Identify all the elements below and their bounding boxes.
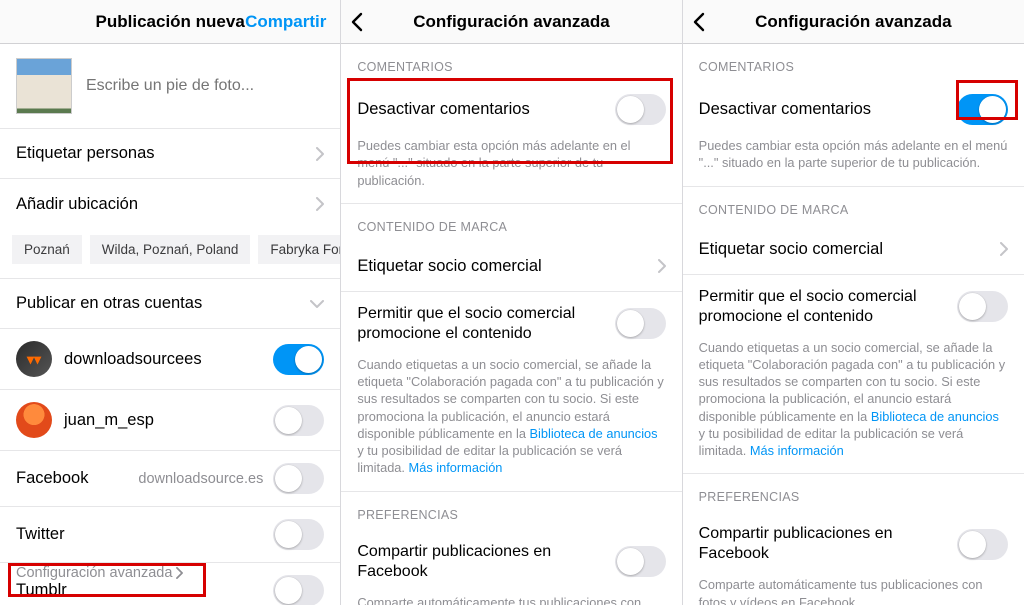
social-toggle[interactable] <box>273 519 324 550</box>
tag-partner-label: Etiquetar socio comercial <box>357 257 541 276</box>
ads-library-link[interactable]: Biblioteca de anuncios <box>871 409 999 424</box>
share-fb-label: Compartir publicaciones en Facebook <box>357 542 597 582</box>
tag-partner-label: Etiquetar socio comercial <box>699 240 883 259</box>
disable-comments-row: Desactivar comentarios <box>341 82 681 137</box>
tag-partner-row[interactable]: Etiquetar socio comercial <box>683 225 1024 275</box>
publish-other-label: Publicar en otras cuentas <box>16 294 202 313</box>
publish-other-accounts-row[interactable]: Publicar en otras cuentas <box>0 279 340 329</box>
account-name: juan_m_esp <box>64 411 154 430</box>
chevron-right-icon <box>1000 242 1008 256</box>
advanced-settings-pane-on: Configuración avanzada COMENTARIOS Desac… <box>683 0 1024 605</box>
tag-partner-row[interactable]: Etiquetar socio comercial <box>341 242 681 292</box>
share-fb-toggle[interactable] <box>615 546 666 577</box>
allow-partner-toggle[interactable] <box>615 308 666 339</box>
disable-comments-label: Desactivar comentarios <box>357 100 529 119</box>
compose-row <box>0 44 340 129</box>
chevron-down-icon <box>310 300 324 308</box>
avatar <box>16 402 52 438</box>
share-fb-label: Compartir publicaciones en Facebook <box>699 524 939 564</box>
post-thumbnail[interactable] <box>16 58 72 114</box>
nav-header: Configuración avanzada <box>341 0 681 44</box>
account-row: ▾▾ downloadsourcees <box>0 329 340 390</box>
nav-header: Configuración avanzada <box>683 0 1024 44</box>
partner-desc: Cuando etiquetas a un socio comercial, s… <box>341 356 681 491</box>
section-prefs: PREFERENCIAS <box>341 491 681 530</box>
disable-comments-toggle[interactable] <box>957 94 1008 125</box>
account-row: juan_m_esp <box>0 390 340 451</box>
back-button[interactable] <box>693 0 705 43</box>
nav-title: Configuración avanzada <box>755 12 951 32</box>
more-info-link[interactable]: Más información <box>750 443 844 458</box>
section-comments: COMENTARIOS <box>683 44 1024 82</box>
avatar: ▾▾ <box>16 341 52 377</box>
section-prefs: PREFERENCIAS <box>683 473 1024 512</box>
allow-partner-label: Permitir que el socio comercial promocio… <box>357 304 597 344</box>
social-label: Facebook <box>16 469 88 488</box>
social-label: Twitter <box>16 525 65 544</box>
partner-desc: Cuando etiquetas a un socio comercial, s… <box>683 339 1024 474</box>
social-toggle[interactable] <box>273 463 324 494</box>
advanced-settings-link[interactable]: Configuración avanzada <box>0 555 340 591</box>
account-toggle[interactable] <box>273 405 324 436</box>
share-button[interactable]: Compartir <box>245 0 326 43</box>
location-suggestions: Poznań Wilda, Poznań, Poland Fabryka For… <box>0 229 340 279</box>
section-comments: COMENTARIOS <box>341 44 681 82</box>
chevron-right-icon <box>316 197 324 211</box>
section-branded: CONTENIDO DE MARCA <box>683 186 1024 225</box>
location-chip[interactable]: Wilda, Poznań, Poland <box>90 235 251 264</box>
advanced-settings-pane-off: Configuración avanzada COMENTARIOS Desac… <box>341 0 682 605</box>
nav-header: Publicación nueva Compartir <box>0 0 340 44</box>
disable-comments-row: Desactivar comentarios <box>683 82 1024 137</box>
disable-comments-label: Desactivar comentarios <box>699 100 871 119</box>
more-info-link[interactable]: Más información <box>409 460 503 475</box>
allow-partner-row: Permitir que el socio comercial promocio… <box>683 275 1024 339</box>
chevron-left-icon <box>693 12 705 32</box>
share-fb-row: Compartir publicaciones en Facebook <box>683 512 1024 576</box>
location-chip[interactable]: Fabryka Formy <box>258 235 340 264</box>
account-toggle[interactable] <box>273 344 324 375</box>
tag-people-row[interactable]: Etiquetar personas <box>0 129 340 179</box>
allow-partner-label: Permitir que el socio comercial promocio… <box>699 287 939 327</box>
chevron-right-icon <box>316 147 324 161</box>
new-post-pane: Publicación nueva Compartir Etiquetar pe… <box>0 0 341 605</box>
chevron-right-icon <box>658 259 666 273</box>
chevron-right-icon <box>176 567 183 579</box>
share-fb-desc: Comparte automáticamente tus publicacion… <box>683 576 1024 605</box>
ads-library-link[interactable]: Biblioteca de anuncios <box>530 426 658 441</box>
share-fb-desc: Comparte automáticamente tus publicacion… <box>341 594 681 605</box>
add-location-label: Añadir ubicación <box>16 195 138 214</box>
account-name: downloadsourcees <box>64 350 202 369</box>
add-location-row[interactable]: Añadir ubicación <box>0 179 340 229</box>
disable-comments-toggle[interactable] <box>615 94 666 125</box>
nav-title: Publicación nueva <box>96 12 245 32</box>
allow-partner-toggle[interactable] <box>957 291 1008 322</box>
social-detail: downloadsource.es <box>138 471 263 487</box>
location-chip[interactable]: Poznań <box>12 235 82 264</box>
back-button[interactable] <box>351 0 363 43</box>
section-branded: CONTENIDO DE MARCA <box>341 203 681 242</box>
allow-partner-row: Permitir que el socio comercial promocio… <box>341 292 681 356</box>
nav-title: Configuración avanzada <box>413 12 609 32</box>
share-fb-row: Compartir publicaciones en Facebook <box>341 530 681 594</box>
share-fb-toggle[interactable] <box>957 529 1008 560</box>
tag-people-label: Etiquetar personas <box>16 144 155 163</box>
chevron-left-icon <box>351 12 363 32</box>
disable-comments-desc: Puedes cambiar esta opción más adelante … <box>683 137 1024 186</box>
advanced-settings-label: Configuración avanzada <box>16 565 172 581</box>
social-row-facebook: Facebook downloadsource.es <box>0 451 340 507</box>
caption-input[interactable] <box>86 77 324 95</box>
disable-comments-desc: Puedes cambiar esta opción más adelante … <box>341 137 681 203</box>
